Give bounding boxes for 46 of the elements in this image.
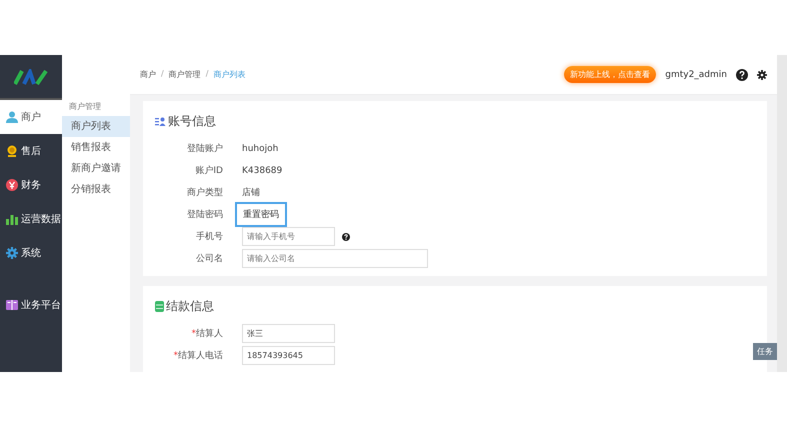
username[interactable]: gmty2_admin	[665, 70, 727, 80]
field-label: 公司名	[195, 252, 223, 265]
field-value: huhojoh	[242, 144, 278, 154]
breadcrumb-link[interactable]: 商户	[140, 69, 156, 80]
breadcrumb-link[interactable]: 商户管理	[168, 69, 201, 80]
logo-icon	[14, 68, 48, 84]
field-value: 店铺	[242, 186, 260, 199]
settings-icon[interactable]	[757, 70, 767, 80]
help-icon[interactable]	[342, 232, 350, 240]
field-value: K438689	[242, 166, 282, 176]
sidebar-item[interactable]: 财务	[0, 168, 62, 202]
submenu-heading: 商户管理	[68, 101, 102, 113]
sidebar-item[interactable]: 商户	[0, 100, 62, 134]
field-label: 账户ID	[194, 164, 223, 177]
field-label: 商户类型	[186, 186, 223, 199]
yen-icon	[6, 179, 18, 191]
person-icon	[6, 111, 18, 123]
field-label: 手机号	[195, 230, 223, 243]
input-field[interactable]: 18574393645	[242, 346, 335, 365]
sidebar-item[interactable]: 系统	[0, 236, 62, 270]
task-button[interactable]: 任务	[753, 343, 777, 360]
field-label: 登陆账户	[186, 142, 223, 155]
bar-chart-icon	[6, 213, 18, 225]
submenu-item[interactable]: 销售报表	[62, 137, 130, 158]
submenu-item[interactable]: 新商户邀请	[62, 158, 130, 179]
section-title: 结款信息	[166, 298, 214, 315]
section-title: 账号信息	[168, 113, 216, 130]
input-field[interactable]: 请输入手机号	[242, 227, 335, 246]
people-icon	[155, 117, 166, 126]
reset-password-button[interactable]: 重置密码	[235, 202, 287, 227]
help-icon[interactable]	[736, 68, 748, 80]
sidebar-item[interactable]: 运营数据	[0, 202, 62, 236]
sidebar-item[interactable]: 业务平台	[0, 288, 62, 322]
field-label: 登陆密码	[186, 208, 223, 221]
input-field[interactable]: 请输入公司名	[242, 249, 428, 268]
field-label: *结算人电话	[172, 350, 223, 362]
field-label: *结算人	[190, 328, 223, 340]
book-icon	[6, 299, 18, 311]
database-icon	[155, 301, 164, 312]
breadcrumb-separator: /	[206, 69, 208, 80]
breadcrumb-separator: /	[161, 69, 164, 80]
gear-icon	[6, 247, 18, 259]
submenu-item[interactable]: 分销报表	[62, 179, 130, 200]
sidebar-item[interactable]: 售后	[0, 134, 62, 168]
input-field[interactable]: 张三	[242, 324, 335, 343]
submenu-item[interactable]: 商户列表	[62, 116, 130, 137]
